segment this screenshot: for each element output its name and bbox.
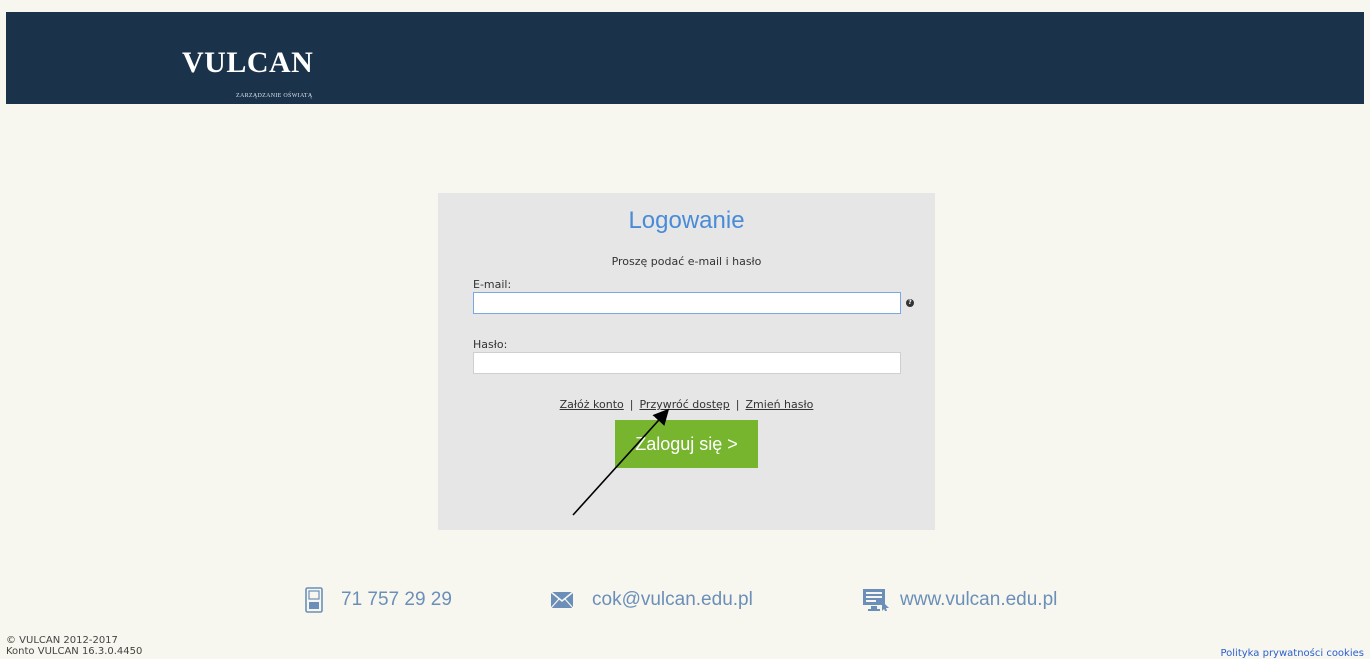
account-links: Załóż konto | Przywróć dostęp | Zmień hasło xyxy=(438,398,935,411)
contact-phone: 71 757 29 29 xyxy=(305,585,452,615)
password-field[interactable] xyxy=(473,352,901,374)
version-text: Konto VULCAN 16.3.0.4450 xyxy=(6,646,143,657)
login-button[interactable]: Zaloguj się > xyxy=(615,420,758,468)
login-subtitle: Proszę podać e-mail i hasło xyxy=(611,255,762,268)
contact-email: cok@vulcan.edu.pl xyxy=(550,585,753,615)
question-circle-icon[interactable]: ? xyxy=(906,299,914,307)
contact-website: www.vulcan.edu.pl xyxy=(862,585,1057,615)
logo-tagline: ZARZĄDZANIE OŚWIATĄ xyxy=(236,93,313,99)
header-bar: VULCAN ZARZĄDZANIE OŚWIATĄ xyxy=(6,12,1364,104)
website-link[interactable]: www.vulcan.edu.pl xyxy=(900,589,1057,611)
password-label: Hasło: xyxy=(473,338,508,351)
link-separator: | xyxy=(735,398,740,411)
login-title: Logowanie xyxy=(628,207,745,234)
create-account-link[interactable]: Załóż konto xyxy=(560,398,624,411)
cookie-policy-link[interactable]: Polityka prywatności cookies xyxy=(1220,648,1364,659)
login-panel: Logowanie Proszę podać e-mail i hasło E-… xyxy=(438,193,935,530)
copyright-text: © VULCAN 2012-2017 xyxy=(6,635,118,646)
envelope-icon xyxy=(550,591,574,609)
contact-email-link[interactable]: cok@vulcan.edu.pl xyxy=(592,589,753,611)
link-separator: | xyxy=(629,398,634,411)
email-label: E-mail: xyxy=(473,278,512,291)
change-password-link[interactable]: Zmień hasło xyxy=(746,398,814,411)
restore-access-link[interactable]: Przywróć dostęp xyxy=(639,398,729,411)
phone-icon xyxy=(305,587,323,613)
vulcan-logo[interactable]: VULCAN xyxy=(182,48,313,78)
email-field[interactable] xyxy=(473,292,901,314)
monitor-icon xyxy=(862,588,890,612)
phone-number: 71 757 29 29 xyxy=(341,589,452,610)
